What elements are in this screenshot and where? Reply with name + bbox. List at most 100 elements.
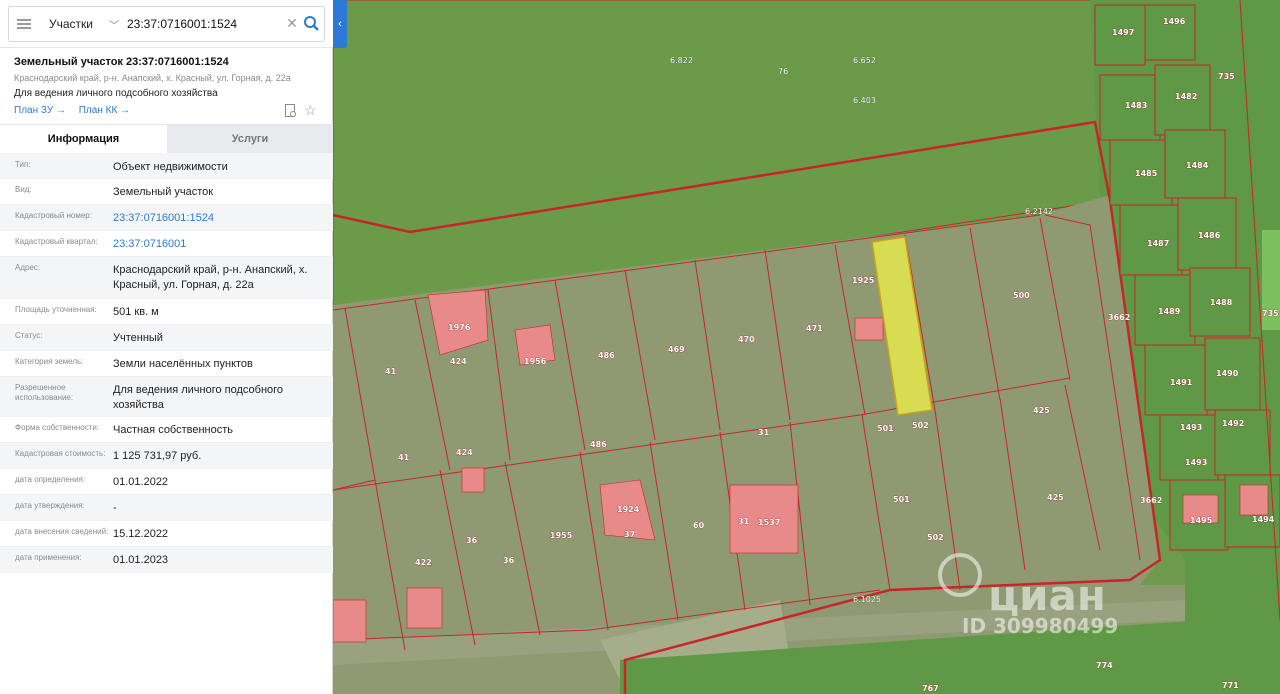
svg-text:6.2142: 6.2142: [1025, 207, 1053, 216]
info-row-cadastral-number: Кадастровый номер: 23:37:0716001:1524: [0, 205, 333, 231]
row-value: 1 125 731,97 руб.: [113, 450, 202, 462]
info-row-entry-date: дата внесения сведений: 15.12.2022: [0, 521, 333, 547]
svg-text:1482: 1482: [1175, 92, 1197, 101]
cadastral-number-link[interactable]: 23:37:0716001:1524: [113, 211, 333, 226]
svg-text:1537: 1537: [758, 518, 780, 527]
svg-text:424: 424: [450, 357, 467, 366]
chevron-down-icon[interactable]: ﹀: [109, 17, 119, 32]
svg-text:1497: 1497: [1112, 28, 1134, 37]
svg-text:1491: 1491: [1170, 378, 1193, 387]
svg-text:1488: 1488: [1210, 298, 1233, 307]
object-header: Земельный участок 23:37:0716001:1524 Кра…: [0, 48, 333, 124]
row-value: Учтенный: [113, 332, 163, 344]
svg-text:735: 735: [1262, 309, 1279, 318]
tabs: Информация Услуги: [0, 124, 333, 154]
object-use: Для ведения личного подсобного хозяйства: [14, 88, 218, 99]
plan-kk-link[interactable]: План КК →: [79, 105, 130, 116]
row-value: Объект недвижимости: [113, 161, 228, 173]
close-icon[interactable]: ✕: [284, 15, 300, 31]
row-value: 01.01.2023: [113, 554, 169, 566]
info-row-cadastral-value: Кадастровая стоимость: 1 125 731,97 руб.: [0, 443, 333, 469]
row-value: Земельный участок: [113, 186, 214, 198]
search-input[interactable]: 23:37:0716001:1524: [127, 7, 237, 41]
svg-text:771: 771: [1222, 681, 1239, 690]
star-icon[interactable]: ☆: [304, 102, 317, 119]
svg-text:41: 41: [385, 367, 397, 376]
row-label: Категория земель:: [15, 357, 84, 366]
collapse-panel-button[interactable]: ‹: [333, 0, 347, 48]
row-label: Кадастровая стоимость:: [15, 449, 106, 458]
row-label: дата определения:: [15, 475, 86, 484]
row-label: Площадь уточненная:: [15, 305, 97, 314]
tab-info[interactable]: Информация: [0, 125, 167, 154]
svg-text:6.652: 6.652: [853, 56, 876, 65]
svg-text:470: 470: [738, 335, 755, 344]
svg-text:486: 486: [598, 351, 615, 360]
svg-text:486: 486: [590, 440, 607, 449]
cadastral-quarter-link[interactable]: 23:37:0716001: [113, 237, 333, 252]
svg-text:501: 501: [877, 424, 894, 433]
row-value: Земли населённых пунктов: [113, 358, 253, 370]
info-row-cadastral-quarter: Кадастровый квартал: 23:37:0716001: [0, 231, 333, 257]
svg-text:1956: 1956: [524, 357, 547, 366]
info-row-kind: Вид: Земельный участок: [0, 179, 333, 205]
svg-text:500: 500: [1013, 291, 1030, 300]
row-label: Тип:: [15, 160, 31, 169]
document-search-icon[interactable]: [285, 104, 297, 118]
info-row-approval-date: дата утверждения: -: [0, 495, 333, 521]
svg-text:3662: 3662: [1140, 496, 1162, 505]
svg-text:422: 422: [415, 558, 432, 567]
info-panel: Участки ﹀ 23:37:0716001:1524 ✕ Земельный…: [0, 0, 333, 694]
search-bar: Участки ﹀ 23:37:0716001:1524 ✕: [0, 0, 333, 48]
svg-text:1494: 1494: [1252, 515, 1275, 524]
row-label: Статус:: [15, 331, 43, 340]
info-row-address: Адрес: Краснодарский край, р-н. Анапский,…: [0, 257, 333, 299]
svg-text:1484: 1484: [1186, 161, 1209, 170]
svg-text:1493: 1493: [1180, 423, 1202, 432]
svg-text:735: 735: [1218, 72, 1235, 81]
menu-icon[interactable]: [17, 19, 31, 29]
svg-text:502: 502: [927, 533, 944, 542]
row-label: Вид:: [15, 185, 32, 194]
svg-text:6.822: 6.822: [670, 56, 693, 65]
svg-text:767: 767: [922, 684, 939, 693]
svg-text:1490: 1490: [1216, 369, 1239, 378]
app-root: 6.822 76 6.652 6.403 6.2142 1497 1496 14…: [0, 0, 1280, 694]
svg-text:502: 502: [912, 421, 929, 430]
row-label: Кадастровый номер:: [15, 211, 92, 220]
svg-text:41: 41: [398, 453, 410, 462]
svg-text:471: 471: [806, 324, 823, 333]
info-row-application-date: дата применения: 01.01.2023: [0, 547, 333, 573]
svg-text:1487: 1487: [1147, 239, 1169, 248]
row-value: Для ведения личного подсобного хозяйства: [113, 384, 284, 411]
row-label: Кадастровый квартал:: [15, 237, 98, 246]
info-row-land-category: Категория земель: Земли населённых пункто…: [0, 351, 333, 377]
svg-text:1483: 1483: [1125, 101, 1147, 110]
svg-text:1976: 1976: [448, 323, 471, 332]
row-value: Частная собственность: [113, 424, 234, 436]
row-label: дата утверждения:: [15, 501, 85, 510]
row-value: 15.12.2022: [113, 528, 169, 540]
svg-text:76: 76: [778, 67, 788, 76]
svg-text:1955: 1955: [550, 531, 573, 540]
svg-text:424: 424: [456, 448, 473, 457]
svg-text:1492: 1492: [1222, 419, 1244, 428]
tab-services[interactable]: Услуги: [167, 125, 333, 154]
row-value: 501 кв. м: [113, 306, 159, 318]
svg-text:36: 36: [466, 536, 478, 545]
watermark-brand: циан: [988, 571, 1106, 620]
search-icon[interactable]: [302, 14, 322, 34]
search-box: Участки ﹀ 23:37:0716001:1524 ✕: [8, 6, 325, 42]
plan-links: План ЗУ → План КК →: [14, 105, 140, 116]
object-address: Краснодарский край, р-н. Анапский, х. Кр…: [14, 73, 291, 83]
info-row-ownership: Форма собственности: Частная собственност…: [0, 417, 333, 443]
svg-text:501: 501: [893, 495, 910, 504]
svg-text:1495: 1495: [1190, 516, 1213, 525]
info-row-permitted-use: Разрешенное использование: Для ведения ли…: [0, 377, 333, 417]
info-row-status: Статус: Учтенный: [0, 325, 333, 351]
row-value: 01.01.2022: [113, 476, 169, 488]
plan-zu-link[interactable]: План ЗУ →: [14, 105, 66, 116]
svg-text:1486: 1486: [1198, 231, 1221, 240]
svg-text:36: 36: [503, 556, 515, 565]
row-label: дата применения:: [15, 553, 82, 562]
